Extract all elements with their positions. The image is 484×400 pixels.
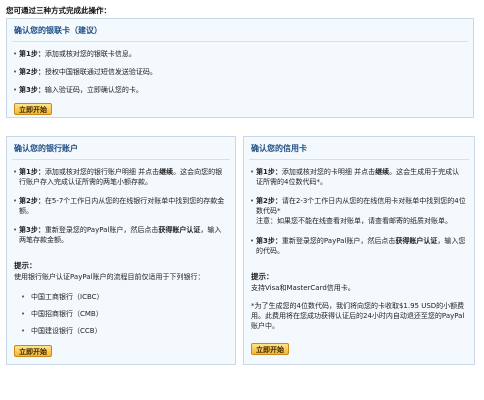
card-tip-text-2: *为了生成您的4位数代码，我们将向您的卡收取$1.95 USD的小额费用。此费用…: [251, 302, 465, 330]
step-label: 第3步：: [19, 86, 45, 94]
card-tip-title: 提示：: [251, 272, 274, 281]
bank-account-panel: 确认您的银行账户 • 第1步：添加或核对您的银行账户明细 并点击继续。这会向您的…: [6, 136, 236, 365]
bullet-icon: •: [21, 327, 26, 335]
step-text: 输入验证码，立即确认您的卡。: [44, 86, 143, 94]
bullet-icon: •: [250, 197, 255, 205]
bullet-icon: •: [13, 86, 18, 94]
card-step-2: • 第2步：请在2-3个工作日内从您的在线信用卡对账单中找到您的4位数代码* 注…: [250, 196, 466, 226]
step-text: 添加或核对您的银行账户明细 并点击: [44, 168, 160, 176]
bank-item-cmb: • 中国招商银行（CMB）: [21, 309, 103, 319]
page-intro: 您可通过三种方式完成此操作：: [6, 6, 111, 15]
debit-step-1: • 第1步：添加或核对您的银联卡信息。: [13, 49, 136, 59]
debit-start-button[interactable]: 立即开始: [14, 103, 52, 115]
step-text: 添加或核对您的卡明细 并点击: [281, 168, 376, 176]
step-text: *: [277, 207, 281, 215]
step-label: 第2步：: [19, 68, 45, 76]
bullet-icon: •: [13, 68, 18, 76]
bullet-icon: •: [13, 197, 18, 205]
card-step-1: • 第1步：添加或核对您的卡明细 并点击继续。这会生成用于完成认证所需的4位数代…: [250, 167, 466, 187]
bullet-icon: •: [21, 293, 26, 301]
step-emphasis: 获得账户认证: [158, 226, 201, 234]
step-note: 注意：如果您不能在线查看对账单，请查看邮寄的纸质对账单。: [256, 217, 452, 225]
bullet-icon: •: [13, 168, 18, 176]
debit-step-3: • 第3步：输入验证码，立即确认您的卡。: [13, 85, 143, 95]
credit-card-panel: 确认您的信用卡 • 第1步：添加或核对您的卡明细 并点击继续。这会生成用于完成认…: [243, 136, 475, 365]
bank-start-button[interactable]: 立即开始: [14, 345, 52, 357]
bullet-icon: •: [250, 168, 255, 176]
bank-name: 中国工商银行（ICBC）: [31, 293, 104, 301]
step-emphasis: 继续: [375, 168, 390, 176]
bank-name: 中国建设银行（CCB）: [31, 327, 102, 335]
card-tip-text-1: 支持Visa和MasterCard信用卡。: [251, 284, 355, 292]
debit-step-2: • 第2步：授权中国银联通过短信发送验证码。: [13, 67, 157, 77]
debit-card-title: 确认您的银联卡（建议）: [14, 26, 102, 35]
bank-name: 中国招商银行（CMB）: [31, 310, 103, 318]
step-label: 第2步：: [256, 197, 282, 205]
bullet-icon: •: [13, 226, 18, 234]
debit-card-panel: 确认您的银联卡（建议） • 第1步：添加或核对您的银联卡信息。 • 第2步：授权…: [6, 18, 474, 118]
step-text: 重新登录您的PayPal账户，然后点击: [281, 237, 396, 245]
card-step-3: • 第3步：重新登录您的PayPal账户，然后点击获得账户认证，输入您的代码。: [250, 236, 466, 256]
bullet-icon: •: [13, 50, 18, 58]
bullet-icon: •: [250, 237, 255, 245]
step-label: 第3步：: [256, 237, 282, 245]
bank-step-1: • 第1步：添加或核对您的银行账户明细 并点击继续。这会向您的银行账户存入完成认…: [13, 167, 225, 187]
step-emphasis: 获得账户认证: [395, 237, 438, 245]
step-text: 重新登录您的PayPal账户，然后点击: [44, 226, 159, 234]
step-text: 在5-7个工作日内从您的在线银行对账单中找到您的存款金额。: [19, 197, 225, 215]
step-label: 第1步：: [19, 168, 45, 176]
credit-card-title: 确认您的信用卡: [251, 144, 307, 153]
bullet-icon: •: [21, 310, 26, 318]
bank-account-title: 确认您的银行账户: [14, 144, 78, 153]
bank-item-ccb: • 中国建设银行（CCB）: [21, 326, 102, 336]
bank-tip-text: 使用银行账户认证PayPal账户的流程目前仅适用于下列银行：: [14, 273, 205, 281]
bank-step-3: • 第3步：重新登录您的PayPal账户，然后点击获得账户认证，输入两笔存款金额…: [13, 225, 225, 245]
divider: [249, 159, 469, 160]
bank-item-icbc: • 中国工商银行（ICBC）: [21, 292, 104, 302]
bank-step-2: • 第2步：在5-7个工作日内从您的在线银行对账单中找到您的存款金额。: [13, 196, 225, 216]
step-text: 请在2-3个工作日内从您的在线信用卡对账单中找到您的4位数代码: [256, 197, 466, 215]
card-start-button[interactable]: 立即开始: [251, 343, 289, 355]
step-label: 第2步：: [19, 197, 45, 205]
step-label: 第1步：: [256, 168, 282, 176]
step-text: *。: [316, 178, 327, 186]
step-label: 第3步：: [19, 226, 45, 234]
step-text: 授权中国银联通过短信发送验证码。: [44, 68, 157, 76]
step-emphasis: 继续: [159, 168, 174, 176]
step-label: 第1步：: [19, 50, 45, 58]
step-text: 添加或核对您的银联卡信息。: [44, 50, 136, 58]
divider: [12, 41, 468, 42]
bank-tip-title: 提示：: [14, 261, 37, 270]
divider: [12, 159, 230, 160]
